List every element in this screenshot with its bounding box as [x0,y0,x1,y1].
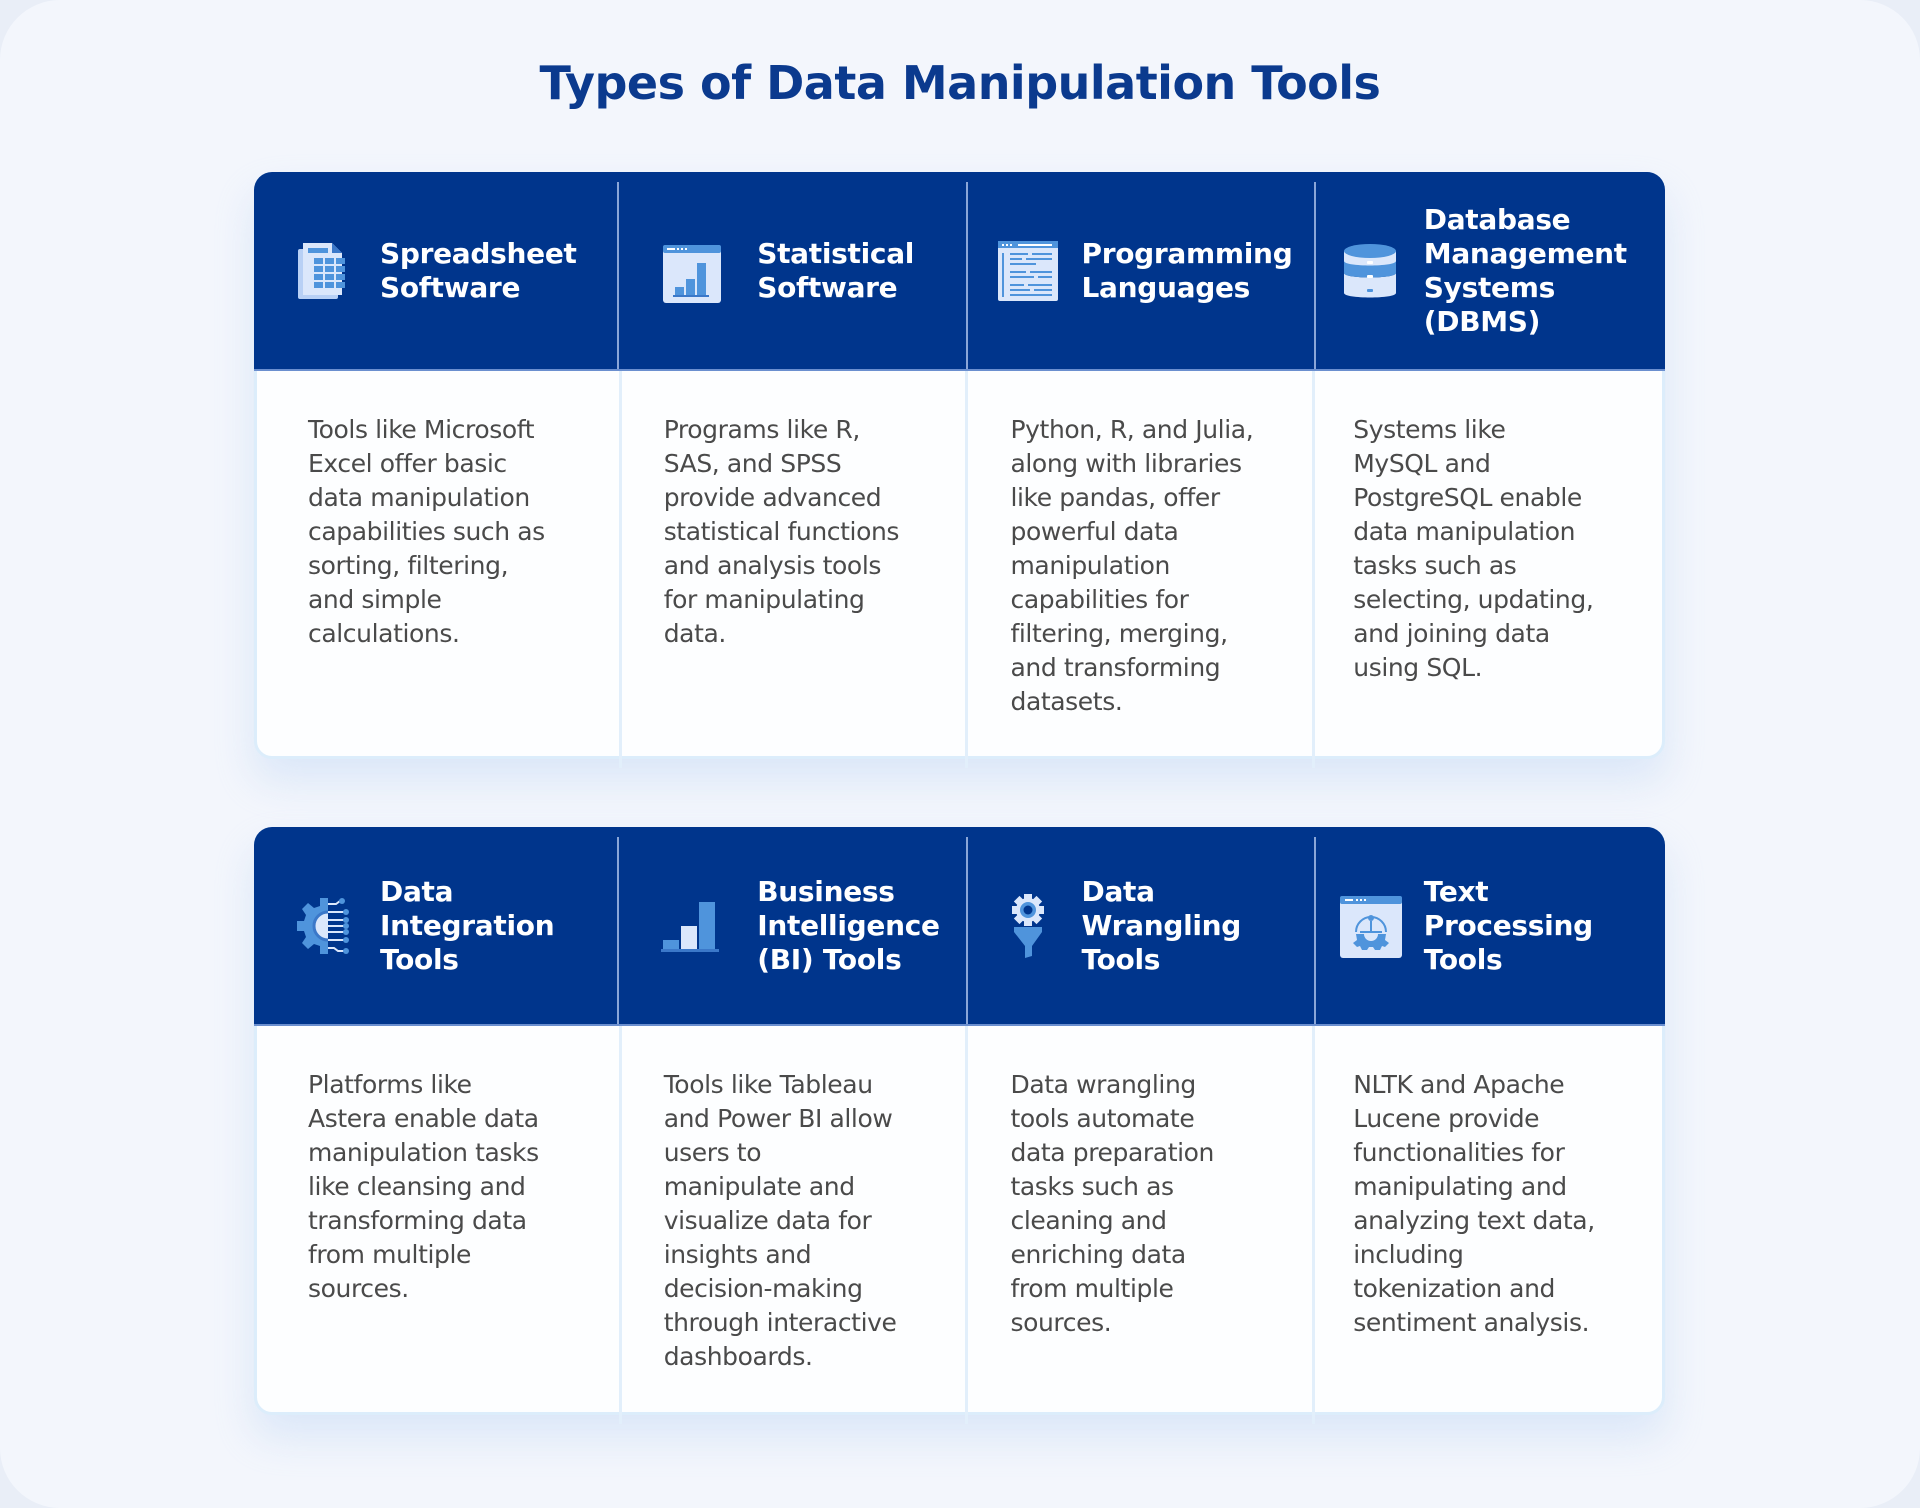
tool-heading: Business Intelligence (BI) Tools [757,874,940,976]
code-window-icon [997,240,1058,301]
page-title: Types of Data Manipulation Tools [539,56,1381,110]
tool-heading: Spreadsheet Software [380,236,577,304]
card-body-row-2: Platforms like Astera enable data manipu… [257,1026,1662,1424]
tool-heading: Text Processing Tools [1423,874,1593,976]
body-cell-statistical-software: Programs like R, SAS, and SPSS provide a… [618,371,966,768]
tool-description: Systems like MySQL and PostgreSQL enable… [1353,415,1594,682]
header-cell-spreadsheet-software: Spreadsheet Software [254,172,617,369]
tool-description: Platforms like Astera enable data manipu… [308,1070,539,1303]
infographic-canvas: Types of Data Manipulation Tools Spreads… [0,0,1920,1508]
tool-description: Programs like R, SAS, and SPSS provide a… [663,415,900,648]
tool-description: NLTK and Apache Lucene provide functiona… [1353,1070,1595,1337]
body-cell-business-intelligence-tools: Tools like Tableau and Power BI allow us… [618,1026,966,1424]
header-cell-data-wrangling-tools: Data Wrangling Tools [965,827,1314,1024]
tool-description: Tools like Tableau and Power BI allow us… [663,1070,897,1371]
body-cell-data-wrangling-tools: Data wrangling tools automate data prepa… [965,1026,1312,1424]
tool-heading: Data Integration Tools [380,874,555,976]
tool-description: Tools like Microsoft Excel offer basic d… [308,415,545,648]
tool-heading: Database Management Systems (DBMS) [1423,202,1627,338]
card-header-row-2: Data Integration Tools Business Intellig… [254,827,1665,1026]
tool-description: Data wrangling tools automate data prepa… [1010,1070,1214,1337]
spreadsheet-icon [298,242,345,299]
gear-circuit-icon [297,897,349,954]
tools-card-row-1: Spreadsheet Software Statistical Softwar… [254,172,1665,768]
header-cell-statistical-software: Statistical Software [617,172,965,369]
text-processing-window-icon [1339,895,1402,958]
tool-description: Python, R, and Julia, along with librari… [1010,415,1254,716]
tool-heading: Data Wrangling Tools [1081,874,1242,976]
gear-funnel-icon [1011,893,1044,958]
tools-card-row-2: Data Integration Tools Business Intellig… [254,827,1665,1424]
body-cell-dbms: Systems like MySQL and PostgreSQL enable… [1312,371,1662,768]
header-cell-text-processing-tools: Text Processing Tools [1313,827,1665,1024]
database-icon [1343,243,1396,297]
header-cell-business-intelligence-tools: Business Intelligence (BI) Tools [617,827,965,1024]
header-cell-dbms: Database Management Systems (DBMS) [1313,172,1665,369]
tool-heading: Programming Languages [1081,236,1293,304]
tool-heading: Statistical Software [757,236,915,304]
body-cell-data-integration-tools: Platforms like Astera enable data manipu… [257,1026,619,1412]
body-cell-text-processing-tools: NLTK and Apache Lucene provide functiona… [1312,1026,1662,1424]
card-body-row-1: Tools like Microsoft Excel offer basic d… [257,371,1662,768]
header-cell-programming-languages: Programming Languages [965,172,1314,369]
header-cell-data-integration-tools: Data Integration Tools [254,827,617,1024]
card-header-row-1: Spreadsheet Software Statistical Softwar… [254,172,1665,371]
body-cell-spreadsheet-software: Tools like Microsoft Excel offer basic d… [257,371,619,756]
bar-chart-icon [661,901,720,952]
body-cell-programming-languages: Python, R, and Julia, along with librari… [965,371,1312,768]
statistical-chart-window-icon [663,244,722,303]
